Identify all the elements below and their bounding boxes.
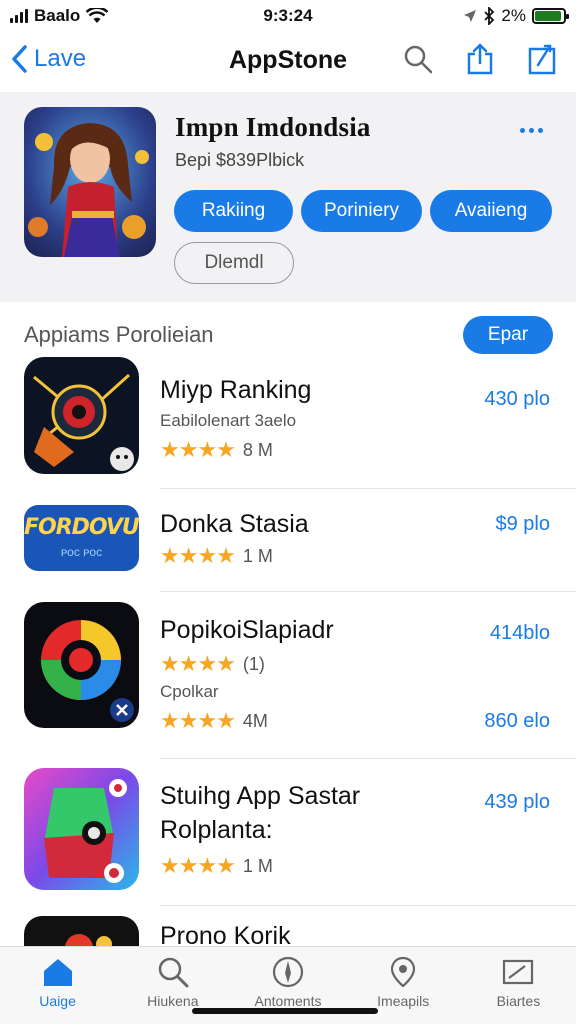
wifi-icon [86,8,109,23]
filter-button-3[interactable]: Avaiieng [430,190,552,232]
status-bar: Baalo 9:3:24 2% [0,0,576,32]
app-rating: ★★★★ 8 M [160,437,273,463]
logo-subtext: ᴘᴏᴄ ᴘᴏᴄ [60,545,103,559]
logo-text: FORDOVUN [24,515,139,540]
share-button[interactable] [464,42,496,76]
home-icon [43,959,72,986]
edit-button[interactable] [526,42,558,76]
more-options-button[interactable] [520,128,543,133]
chart-icon [503,959,534,985]
tab-label: Biartes [496,993,541,1009]
app-name-line2: Rolplanta: [160,816,273,844]
rating-count: 1 M [242,545,273,566]
navigation-bar: Lave AppStone [0,34,576,90]
fordovun-logo-icon: FORDOVUN ᴘᴏᴄ ᴘᴏᴄ [24,505,139,571]
featured-app-card: Impn Imdondsia Bepi $839Plbick Rakiing P… [0,92,576,302]
back-label: Lave [34,45,87,72]
tab-label: Hiukena [147,993,199,1009]
star-icon: ★★★★ [160,708,236,733]
app-name: Stuihg App Sastar [160,782,361,810]
filter-button-2[interactable]: Poriniery [301,190,422,232]
battery-icon [532,8,569,24]
app-name: Donka Stasia [160,510,309,538]
tab-home[interactable]: Uaige [0,947,115,1024]
featured-app-subtitle: Bepi $839Plbick [175,150,305,170]
share-icon [467,43,493,75]
featured-app-artwork[interactable] [24,107,156,257]
app-rating: ★★★★ (1) [160,651,265,677]
app-rating: ★★★★ 1 M [160,853,273,879]
more-dot-icon [538,128,543,133]
rating-count: 4M [242,710,268,731]
search-button[interactable] [402,42,434,76]
rating-count: 1 M [242,855,273,876]
divider [160,488,576,489]
edit-icon [528,44,556,75]
price-button[interactable]: 414blo [490,622,550,645]
star-icon: ★★★★ [160,437,236,462]
app-subtitle: Cpolkar [160,682,219,701]
price-button[interactable]: $9 plo [496,513,551,536]
search-icon [404,45,433,74]
price-button-secondary[interactable]: 860 elo [484,710,550,733]
secondary-button[interactable]: Dlemdl [174,242,294,284]
signal-icon [10,9,28,23]
filter-button-1[interactable]: Rakiing [174,190,293,232]
carrier-label: Baalo [34,6,81,25]
star-icon: ★★★★ [160,853,236,878]
divider [160,905,576,906]
back-button[interactable]: Lave [10,44,86,74]
tab-label: Uaige [39,993,76,1009]
app-rating: ★★★★ 4M [160,708,268,734]
chevron-left-icon [12,45,27,73]
app-subtitle: Eabilolenart 3aelo [160,411,297,430]
location-icon [391,956,416,988]
arcade-icon [24,357,139,474]
tab-label: Antoments [254,993,322,1009]
featured-app-name: Impn Imdondsia [175,112,371,142]
battery-percent: 2% [501,6,526,25]
puzzle-icon [24,768,139,890]
rating-count: 8 M [242,439,273,460]
tab-label: Imeapils [377,993,430,1009]
rating-extra: (1) [242,653,265,674]
app-name: Miyp Ranking [160,376,312,404]
status-time: 9:3:24 [263,6,313,25]
app-rating: ★★★★ 1 M [160,543,273,569]
section-title: Appiams Porolieian [24,322,214,347]
tab-chart[interactable]: Biartes [461,947,576,1024]
more-dot-icon [520,128,525,133]
more-dot-icon [529,128,534,133]
spiral-icon [24,602,139,728]
section-action-button[interactable]: Epar [463,316,553,354]
home-indicator[interactable] [192,1008,378,1014]
search-icon [158,957,189,988]
divider [160,758,576,759]
app-icon-partial [24,916,139,946]
compass-icon [272,956,304,988]
bluetooth-icon [484,7,495,25]
divider [160,591,576,592]
star-icon: ★★★★ [160,651,236,676]
app-name: PopikoiSlapiadr [160,616,334,644]
price-button[interactable]: 430 plo [484,388,550,411]
price-button[interactable]: 439 plo [484,791,550,814]
star-icon: ★★★★ [160,543,236,568]
location-arrow-icon [464,10,477,22]
